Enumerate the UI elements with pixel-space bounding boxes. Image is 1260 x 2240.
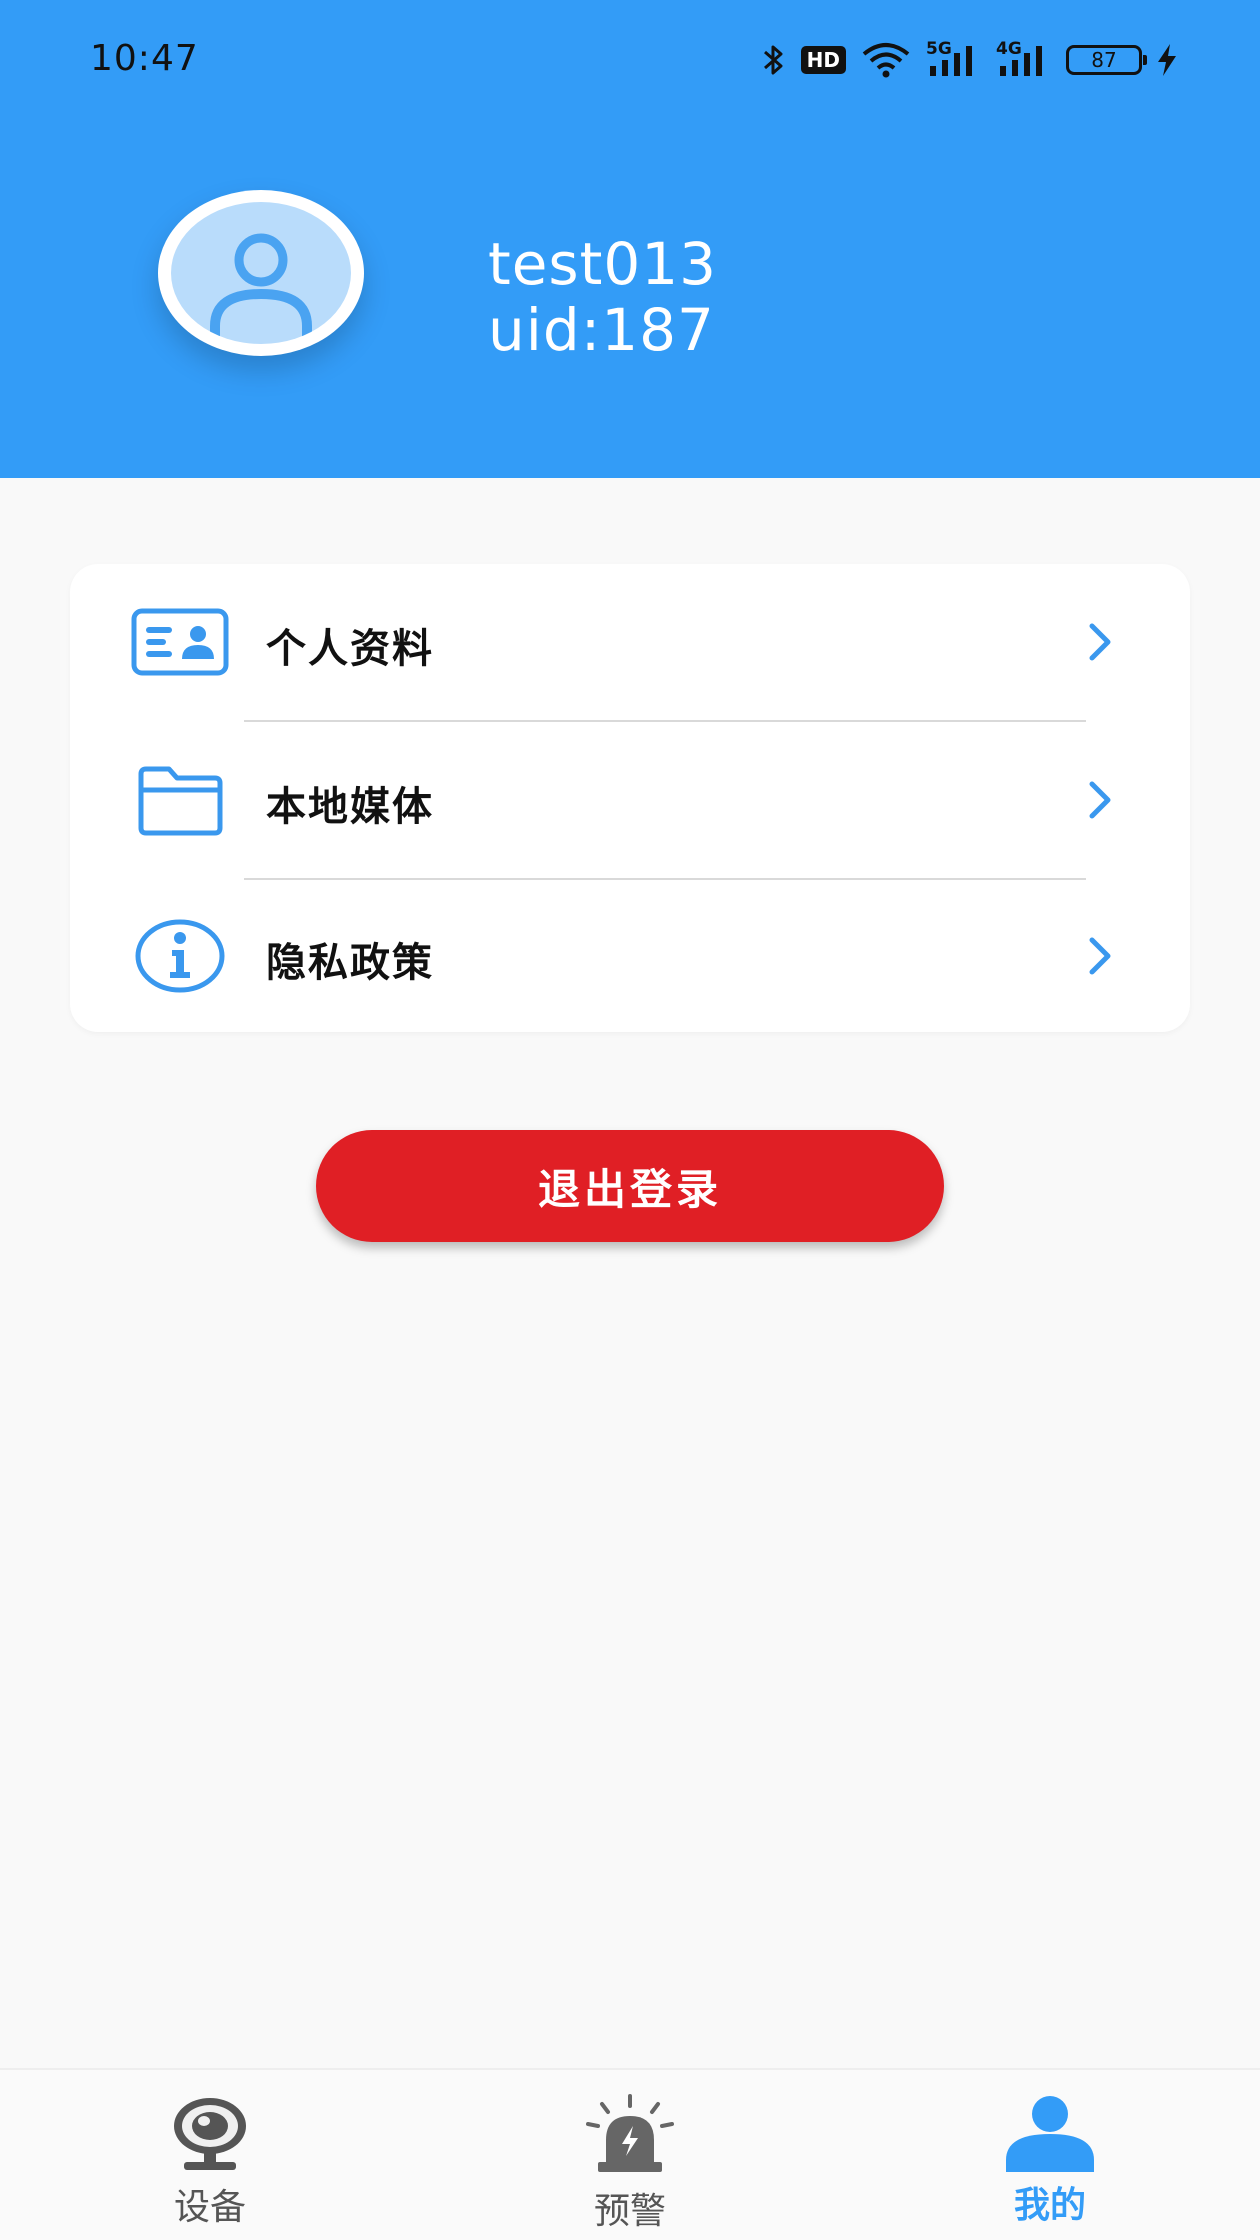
chevron-right-icon (1089, 937, 1111, 975)
camera-icon (174, 2098, 246, 2170)
bluetooth-icon (763, 45, 783, 75)
nav-label: 设备 (173, 2187, 246, 2228)
logout-button[interactable]: 退出登录 (316, 1130, 944, 1242)
hd-icon: HD (800, 46, 846, 74)
battery-icon: 87 (1066, 45, 1147, 75)
nav-tab-alerts[interactable]: 预警 (520, 2070, 740, 2240)
menu-item-privacy-policy[interactable]: 隐私政策 (70, 878, 1190, 1034)
menu-item-local-media[interactable]: 本地媒体 (70, 722, 1190, 878)
menu-card: 个人资料 本地媒体 隐私政策 (70, 564, 1190, 1032)
menu-item-label: 隐私政策 (266, 940, 434, 986)
profile-header: 10:47 HD 5G 4G 87 test013 uid:187 (0, 0, 1260, 478)
status-time: 10:47 (90, 38, 199, 79)
wifi-icon (862, 43, 910, 78)
bottom-nav: 设备 预警 我的 (0, 2068, 1260, 2240)
avatar[interactable] (158, 190, 364, 356)
charging-icon (1158, 44, 1176, 76)
status-icons: HD 5G 4G 87 (761, 36, 1178, 84)
menu-item-profile[interactable]: 个人资料 (70, 564, 1190, 720)
hd-label: HD (806, 48, 840, 72)
avatar-image (171, 202, 351, 344)
signal-4g-icon: 4G (996, 40, 1052, 80)
nav-tab-devices[interactable]: 设备 (100, 2070, 320, 2240)
default-user-icon (210, 233, 312, 344)
chevron-right-icon (1089, 781, 1111, 819)
nav-label: 预警 (593, 2191, 666, 2232)
info-icon (130, 916, 230, 996)
username: test013 (488, 230, 718, 298)
id-card-icon (130, 602, 230, 682)
menu-item-label: 个人资料 (266, 626, 434, 672)
profile-screen: 10:47 HD 5G 4G 87 test013 uid:187 个人资料 本… (0, 0, 1260, 2240)
nav-label: 我的 (1013, 2185, 1086, 2226)
person-icon (1006, 2096, 1094, 2172)
nav-tab-mine[interactable]: 我的 (940, 2070, 1160, 2240)
battery-level: 87 (1091, 48, 1117, 72)
folder-icon (130, 760, 230, 840)
menu-item-label: 本地媒体 (266, 784, 434, 830)
chevron-right-icon (1089, 623, 1111, 661)
signal-5g-icon: 5G (926, 40, 982, 80)
alarm-icon (586, 2094, 674, 2172)
user-uid: uid:187 (488, 296, 715, 364)
